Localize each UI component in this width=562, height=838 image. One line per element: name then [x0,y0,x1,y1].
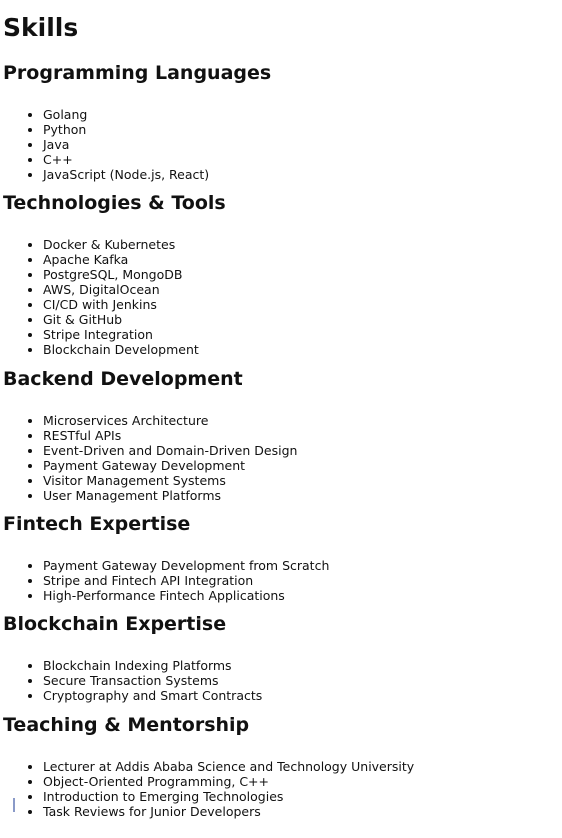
section-heading: Teaching & Mentorship [3,714,250,736]
section-heading: Blockchain Expertise [3,613,227,635]
section-technologies-tools: Technologies & Tools Docker & Kubernetes… [3,192,226,357]
skill-list: Payment Gateway Development from Scratch… [3,558,329,603]
list-item: C++ [43,152,271,167]
section-teaching-mentorship: Teaching & Mentorship Lecturer at Addis … [3,714,414,819]
list-item: Java [43,137,271,152]
list-item: Golang [43,107,271,122]
section-backend-development: Backend Development Microservices Archit… [3,368,297,503]
list-item: Python [43,122,271,137]
list-item: Payment Gateway Development [43,458,297,473]
section-heading: Backend Development [3,368,243,390]
list-item: Task Reviews for Junior Developers [43,804,414,819]
section-blockchain-expertise: Blockchain Expertise Blockchain Indexing… [3,613,262,703]
list-item: RESTful APIs [43,428,297,443]
list-item: CI/CD with Jenkins [43,297,226,312]
list-item: Object-Oriented Programming, C++ [43,774,414,789]
list-item: Blockchain Indexing Platforms [43,658,262,673]
list-item: Blockchain Development [43,342,226,357]
section-heading: Technologies & Tools [3,192,226,214]
skill-list: Docker & Kubernetes Apache Kafka Postgre… [3,237,226,357]
list-item: Secure Transaction Systems [43,673,262,688]
list-item: AWS, DigitalOcean [43,282,226,297]
skill-list: Lecturer at Addis Ababa Science and Tech… [3,759,414,819]
list-item: Payment Gateway Development from Scratch [43,558,329,573]
list-item: Docker & Kubernetes [43,237,226,252]
list-item: Event-Driven and Domain-Driven Design [43,443,297,458]
skill-list: Blockchain Indexing Platforms Secure Tra… [3,658,262,703]
list-item: Microservices Architecture [43,413,297,428]
list-item: Introduction to Emerging Technologies [43,789,414,804]
skill-list: Golang Python Java C++ JavaScript (Node.… [3,107,271,182]
list-item: User Management Platforms [43,488,297,503]
list-item: Apache Kafka [43,252,226,267]
list-item: Stripe Integration [43,327,226,342]
section-heading: Programming Languages [3,62,272,84]
skill-list: Microservices Architecture RESTful APIs … [3,413,297,503]
section-programming-languages: Programming Languages Golang Python Java… [3,62,271,182]
list-item: JavaScript (Node.js, React) [43,167,271,182]
list-item: PostgreSQL, MongoDB [43,267,226,282]
list-item: Git & GitHub [43,312,226,327]
list-item: High-Performance Fintech Applications [43,588,329,603]
list-item: Visitor Management Systems [43,473,297,488]
list-item: Cryptography and Smart Contracts [43,688,262,703]
list-item: Lecturer at Addis Ababa Science and Tech… [43,759,414,774]
page-title: Skills [3,13,79,42]
section-fintech-expertise: Fintech Expertise Payment Gateway Develo… [3,513,329,603]
list-item: Stripe and Fintech API Integration [43,573,329,588]
text-cursor [13,798,15,812]
section-heading: Fintech Expertise [3,513,191,535]
